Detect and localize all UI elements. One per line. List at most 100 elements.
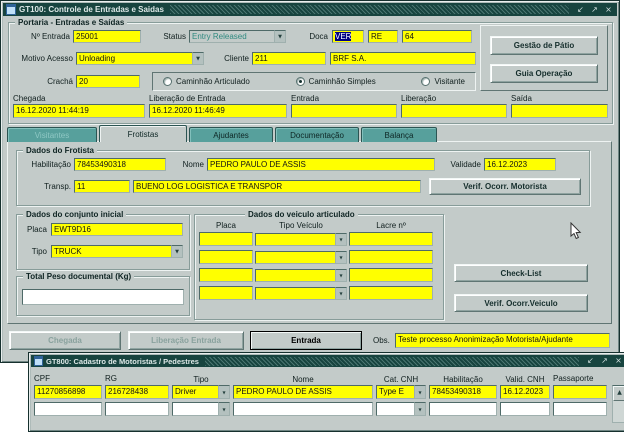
doca-field-1[interactable]: VER: [332, 30, 364, 43]
valid-cnh-field[interactable]: [500, 402, 550, 416]
tipo-veiculo-cell[interactable]: ▼: [255, 233, 347, 246]
cat-cnh-combo[interactable]: Type E▼: [376, 385, 426, 399]
entrada-datetime-field[interactable]: [291, 104, 397, 118]
titlebar-texture: [170, 5, 569, 14]
verif-ocorr-veiculo-button[interactable]: Verif. Ocorr.Veiculo: [454, 294, 588, 312]
close-icon[interactable]: ×: [613, 356, 624, 366]
minimize-icon[interactable]: ↙: [575, 5, 586, 15]
obs-label: Obs.: [373, 334, 390, 347]
doca-field-2[interactable]: RE: [368, 30, 398, 43]
transp-label: Transp.: [21, 180, 71, 193]
radio-selected-icon: [296, 77, 305, 86]
tipo-veiculo-cell[interactable]: ▼: [255, 287, 347, 300]
side-button-panel: Gestão de Pátio Guia Operação: [480, 25, 608, 91]
habilitacao-field[interactable]: [429, 402, 497, 416]
radio-icon: [163, 77, 172, 86]
nome-field[interactable]: PEDRO PAULO DE ASSIS: [207, 158, 435, 171]
gt100-titlebar[interactable]: GT100: Controle de Entradas e Saidas ↙ ↗…: [3, 3, 617, 16]
tab-frotistas[interactable]: Frotistas: [99, 125, 187, 142]
placa-cell[interactable]: [199, 268, 253, 282]
chevron-down-icon: ▼: [218, 402, 230, 416]
validade-field[interactable]: 16.12.2023: [484, 158, 556, 171]
liberacao-datetime-field[interactable]: [401, 104, 507, 118]
passaporte-field[interactable]: [553, 385, 607, 399]
transp-nome-field[interactable]: BUENO LOG LOGISTICA E TRANSPOR: [133, 180, 421, 193]
articulado-row: ▼: [199, 286, 437, 300]
chevron-down-icon: ▼: [335, 269, 347, 282]
tab-visitantes[interactable]: Visitantes: [7, 127, 97, 142]
cpf-field[interactable]: [34, 402, 102, 416]
guia-operacao-button[interactable]: Guia Operação: [490, 64, 598, 83]
verif-ocorr-motorista-button[interactable]: Verif. Ocorr. Motorista: [429, 178, 581, 195]
obs-field[interactable]: Teste processo Anonimização Motorista/Aj…: [395, 333, 610, 348]
nome-field[interactable]: PEDRO PAULO DE ASSIS: [233, 385, 373, 399]
check-list-button[interactable]: Check-List: [454, 264, 588, 282]
close-icon[interactable]: ×: [603, 5, 614, 15]
placa-field[interactable]: EWT9D16: [51, 223, 183, 236]
num-entrada-field[interactable]: 25001: [73, 30, 141, 43]
gt800-window-title: GT800: Cadastro de Motoristas / Pedestre…: [46, 357, 199, 366]
minimize-icon[interactable]: ↙: [585, 356, 596, 366]
dados-frotista-group: Dados do Frotista Habilitação 7845349031…: [16, 150, 590, 206]
restore-icon[interactable]: ↗: [599, 356, 610, 366]
entrada-button[interactable]: Entrada: [250, 331, 362, 350]
lacre-cell[interactable]: [349, 268, 433, 282]
lacre-cell[interactable]: [349, 250, 433, 264]
cliente-nome-field[interactable]: BRF S.A.: [330, 52, 476, 65]
scroll-up-icon[interactable]: ▲: [613, 386, 624, 401]
nome-field[interactable]: [233, 402, 373, 416]
valid-cnh-field[interactable]: 16.12.2023: [500, 385, 550, 399]
tipo-combo[interactable]: Driver▼: [172, 385, 230, 399]
tipo-veiculo-cell[interactable]: ▼: [255, 251, 347, 264]
radio-caminhao-simples[interactable]: Caminhão Simples: [296, 77, 376, 86]
passaporte-field[interactable]: [553, 402, 607, 416]
chegada-button[interactable]: Chegada: [9, 331, 121, 350]
cracha-field[interactable]: 20: [76, 75, 140, 88]
tab-ajudantes[interactable]: Ajudantes: [189, 127, 273, 142]
gt800-titlebar[interactable]: GT800: Cadastro de Motoristas / Pedestre…: [31, 355, 624, 367]
placa-cell[interactable]: [199, 286, 253, 300]
rg-field[interactable]: 216728438: [105, 385, 169, 399]
tipo-combo[interactable]: ▼: [172, 402, 230, 416]
habilitacao-field[interactable]: 78453490318: [74, 158, 166, 171]
placa-label: Placa: [21, 223, 47, 236]
tipo-veiculo-cell[interactable]: ▼: [255, 269, 347, 282]
habilitacao-field[interactable]: 78453490318: [429, 385, 497, 399]
entrada-label: Entrada: [291, 92, 397, 105]
gt800-scrollbar[interactable]: ▲: [612, 385, 624, 423]
status-combo[interactable]: Entry Released ▼: [189, 30, 286, 43]
gestao-de-patio-button[interactable]: Gestão de Pátio: [490, 36, 598, 55]
cliente-code-field[interactable]: 211: [252, 52, 326, 65]
chevron-down-icon: ▼: [335, 233, 347, 246]
cpf-field[interactable]: 11270856898: [34, 385, 102, 399]
rg-field[interactable]: [105, 402, 169, 416]
placa-cell[interactable]: [199, 250, 253, 264]
tab-documentacao[interactable]: Documentação: [275, 127, 359, 142]
doca-field-3[interactable]: 64: [402, 30, 472, 43]
lacre-cell[interactable]: [349, 232, 433, 246]
chegada-datetime-field[interactable]: 16.12.2020 11:44:19: [13, 104, 145, 118]
radio-caminhao-articulado[interactable]: Caminhão Articulado: [163, 77, 250, 86]
cat-cnh-combo[interactable]: ▼: [376, 402, 426, 416]
tipo-combo[interactable]: TRUCK ▼: [51, 245, 183, 258]
col-tipo-header: Tipo: [172, 375, 230, 384]
saida-datetime-field[interactable]: [511, 104, 608, 118]
cliente-label: Cliente: [219, 52, 249, 65]
col-tipo-veiculo-header: Tipo Veículo: [255, 221, 347, 230]
peso-field[interactable]: [22, 289, 184, 305]
tab-balanca[interactable]: Balança: [361, 127, 437, 142]
liberacao-entrada-button[interactable]: Liberação Entrada: [128, 331, 244, 350]
gt800-data-row: 11270856898 216728438 Driver▼ PEDRO PAUL…: [34, 385, 607, 399]
placa-cell[interactable]: [199, 232, 253, 246]
dados-frotista-title: Dados do Frotista: [23, 146, 97, 155]
num-entrada-label: Nº Entrada: [14, 30, 70, 43]
chevron-down-icon: ▼: [218, 385, 230, 399]
motivo-acesso-combo[interactable]: Unloading ▼: [76, 52, 204, 65]
transp-code-field[interactable]: 11: [74, 180, 130, 193]
liberacao-entrada-datetime-field[interactable]: 16.12.2020 11:46:49: [149, 104, 287, 118]
lacre-cell[interactable]: [349, 286, 433, 300]
restore-icon[interactable]: ↗: [589, 5, 600, 15]
conjunto-inicial-group: Dados do conjunto inicial Placa EWT9D16 …: [16, 214, 190, 270]
col-rg-header: RG: [105, 374, 169, 384]
radio-visitante[interactable]: Visitante: [421, 77, 465, 86]
